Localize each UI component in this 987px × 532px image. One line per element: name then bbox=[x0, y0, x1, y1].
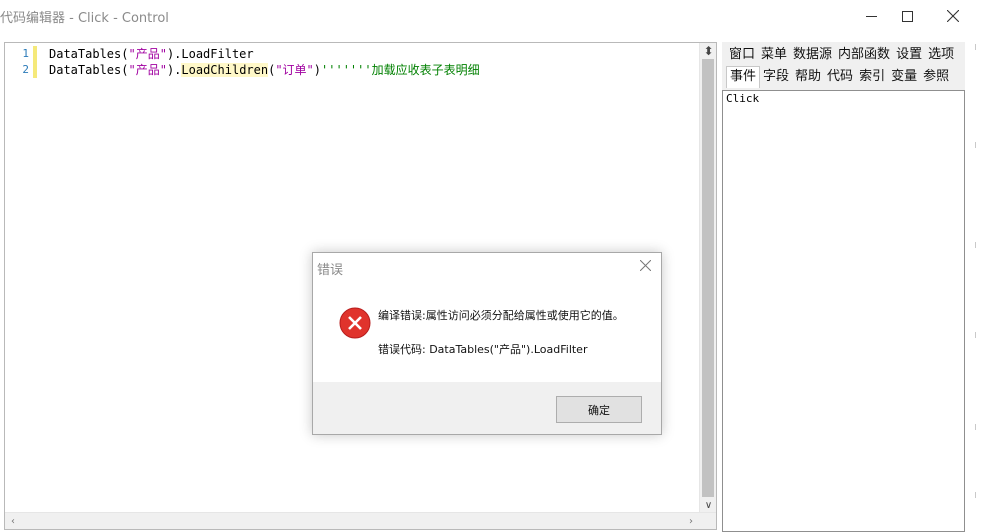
chevron-left-icon[interactable]: ‹ bbox=[5, 513, 21, 529]
title-bar: 代码编辑器 - Click - Control bbox=[0, 0, 987, 32]
code-line[interactable]: DataTables("产品").LoadChildren("订单")'''''… bbox=[49, 62, 480, 78]
code-token: DataTables( bbox=[49, 47, 129, 61]
tab-0[interactable]: 窗口 bbox=[726, 44, 758, 66]
tab-5[interactable]: 选项 bbox=[925, 44, 957, 66]
close-icon bbox=[947, 10, 959, 22]
code-token: "订单" bbox=[275, 63, 314, 77]
error-dialog: 错误 编译错误:属性访问必须分配给属性或使用它的值。 错误代码: DataTab… bbox=[312, 252, 662, 435]
line-number-gutter: 1 2 bbox=[5, 43, 37, 513]
tab-4[interactable]: 索引 bbox=[856, 66, 888, 88]
chevron-down-icon[interactable]: ∨ bbox=[700, 497, 717, 513]
code-token: ). bbox=[166, 63, 182, 77]
dialog-close-button[interactable] bbox=[635, 258, 655, 276]
line-number: 1 bbox=[22, 47, 29, 60]
edge-tick bbox=[975, 332, 976, 338]
split-icon[interactable]: ⬍ bbox=[700, 43, 717, 59]
code-token: ) bbox=[313, 63, 322, 77]
code-token: DataTables( bbox=[49, 63, 129, 77]
tab-3[interactable]: 代码 bbox=[824, 66, 856, 88]
code-token: LoadChildren bbox=[181, 63, 269, 77]
tab-3[interactable]: 内部函数 bbox=[835, 44, 893, 66]
scrollbar-thumb[interactable] bbox=[702, 59, 714, 497]
error-icon bbox=[339, 307, 371, 339]
window-title: 代码编辑器 - Click - Control bbox=[0, 11, 169, 26]
tab-row-bottom: 事件 字段 帮助 代码 索引 变量 参照 bbox=[726, 66, 952, 88]
tab-2[interactable]: 帮助 bbox=[792, 66, 824, 88]
error-code: 错误代码: DataTables("产品").LoadFilter bbox=[378, 343, 588, 356]
code-token: '''''''加载应收表子表明细 bbox=[321, 63, 480, 77]
tab-row-top: 窗口 菜单 数据源 内部函数 设置 选项 bbox=[726, 44, 957, 66]
tab-1[interactable]: 字段 bbox=[760, 66, 792, 88]
maximize-button[interactable] bbox=[884, 0, 930, 32]
close-icon bbox=[639, 259, 651, 274]
line-number: 2 bbox=[22, 63, 29, 76]
code-text[interactable]: DataTables("产品").LoadFilter DataTables("产… bbox=[49, 46, 480, 78]
tab-0[interactable]: 事件 bbox=[726, 66, 761, 88]
change-marker bbox=[33, 62, 37, 78]
change-marker bbox=[33, 46, 37, 62]
window-edge bbox=[966, 32, 987, 532]
tab-1[interactable]: 菜单 bbox=[758, 44, 790, 66]
error-message: 编译错误:属性访问必须分配给属性或使用它的值。 bbox=[378, 309, 624, 322]
edge-tick bbox=[975, 492, 976, 498]
vertical-scrollbar[interactable]: ⬍ ∨ bbox=[699, 43, 716, 513]
dialog-title: 错误 bbox=[317, 263, 344, 278]
tab-2[interactable]: 数据源 bbox=[790, 44, 835, 66]
edge-tick bbox=[975, 44, 976, 50]
horizontal-scrollbar[interactable]: ‹ › bbox=[5, 512, 716, 529]
maximize-icon bbox=[901, 10, 913, 22]
code-token: ).LoadFilter bbox=[166, 47, 254, 61]
dialog-footer: 确定 bbox=[313, 382, 661, 434]
edge-tick bbox=[975, 424, 976, 430]
code-line[interactable]: DataTables("产品").LoadFilter bbox=[49, 46, 480, 62]
edge-tick bbox=[975, 142, 976, 148]
event-list[interactable]: Click bbox=[722, 90, 965, 532]
ok-button[interactable]: 确定 bbox=[556, 396, 642, 423]
edge-tick bbox=[975, 242, 976, 248]
list-item[interactable]: Click bbox=[723, 91, 964, 106]
minimize-icon bbox=[865, 11, 877, 22]
chevron-right-icon[interactable]: › bbox=[683, 513, 699, 529]
code-token: "产品" bbox=[128, 47, 167, 61]
tab-5[interactable]: 变量 bbox=[888, 66, 920, 88]
tab-6[interactable]: 参照 bbox=[920, 66, 952, 88]
tab-4[interactable]: 设置 bbox=[893, 44, 925, 66]
code-token: "产品" bbox=[128, 63, 167, 77]
close-button[interactable] bbox=[930, 0, 976, 32]
reference-panel: 窗口 菜单 数据源 内部函数 设置 选项 事件 字段 帮助 代码 索引 变量 参照 Click bbox=[722, 42, 965, 532]
